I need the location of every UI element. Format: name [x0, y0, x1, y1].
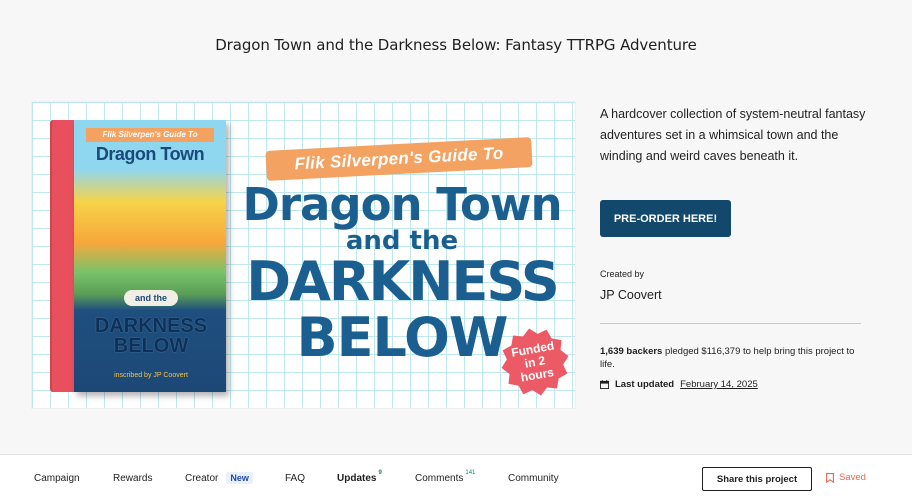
- tab-creator[interactable]: Creator New: [185, 472, 253, 484]
- tab-campaign[interactable]: Campaign: [34, 473, 80, 484]
- saved-button[interactable]: Saved: [826, 472, 866, 483]
- tab-updates[interactable]: Updates 9: [337, 470, 382, 484]
- creator-name[interactable]: JP Coovert: [600, 288, 662, 302]
- share-project-button[interactable]: Share this project: [702, 467, 812, 491]
- project-title: Dragon Town and the Darkness Below: Fant…: [215, 36, 697, 54]
- preorder-button[interactable]: PRE-ORDER HERE!: [600, 200, 731, 237]
- hero-title-dragon-town: Dragon Town: [242, 178, 563, 231]
- new-badge: New: [226, 472, 253, 484]
- book-spine: [50, 120, 74, 392]
- hero-ribbon: Flik Silverpen's Guide To: [265, 137, 533, 181]
- last-updated-date[interactable]: February 14, 2025: [680, 379, 758, 390]
- backers-summary: 1,639 backers pledged $116,379 to help b…: [600, 345, 865, 371]
- saved-label: Saved: [839, 472, 866, 483]
- tab-faq[interactable]: FAQ: [285, 473, 305, 484]
- cover-banner: Flik Silverpen's Guide To: [86, 128, 214, 142]
- tab-updates-label: Updates: [337, 473, 377, 484]
- calendar-icon: [600, 380, 609, 389]
- tab-faq-label: FAQ: [285, 473, 306, 484]
- project-blurb: A hardcover collection of system-neutral…: [600, 107, 866, 163]
- hero-title-darkness: DARKNESS: [246, 250, 559, 313]
- tab-comments[interactable]: Comments 141: [415, 470, 476, 484]
- tab-community-label: Community: [508, 473, 559, 484]
- tab-campaign-label: Campaign: [34, 473, 80, 484]
- tab-rewards[interactable]: Rewards: [113, 473, 152, 484]
- created-by-label: Created by: [600, 269, 645, 279]
- cover-title: Dragon Town: [95, 144, 205, 164]
- tab-rewards-label: Rewards: [113, 473, 153, 484]
- updates-count: 9: [378, 470, 382, 476]
- book-cover-image: Flik Silverpen's Guide To Dragon Town an…: [50, 120, 226, 392]
- divider: [600, 323, 861, 324]
- backers-count: 1,639 backers: [600, 346, 663, 357]
- comments-count: 141: [465, 470, 476, 476]
- cover-darkness-below: DARKNESS BELOW: [94, 315, 208, 357]
- project-nav-bar: Campaign Rewards Creator New FAQ Updates…: [0, 454, 912, 498]
- tab-comments-label: Comments: [415, 473, 464, 484]
- cover-and-the: and the: [124, 290, 178, 306]
- tab-creator-label: Creator: [185, 473, 219, 484]
- last-updated: Last updated February 14, 2025: [600, 379, 758, 390]
- project-hero-image[interactable]: Flik Silverpen's Guide To Dragon Town an…: [31, 101, 576, 409]
- last-updated-label: Last updated: [615, 379, 675, 390]
- cover-author: inscribed by JP Coovert: [114, 372, 188, 379]
- bookmark-icon: [826, 472, 834, 483]
- book-cover: Flik Silverpen's Guide To Dragon Town an…: [74, 120, 226, 392]
- tab-community[interactable]: Community: [508, 473, 559, 484]
